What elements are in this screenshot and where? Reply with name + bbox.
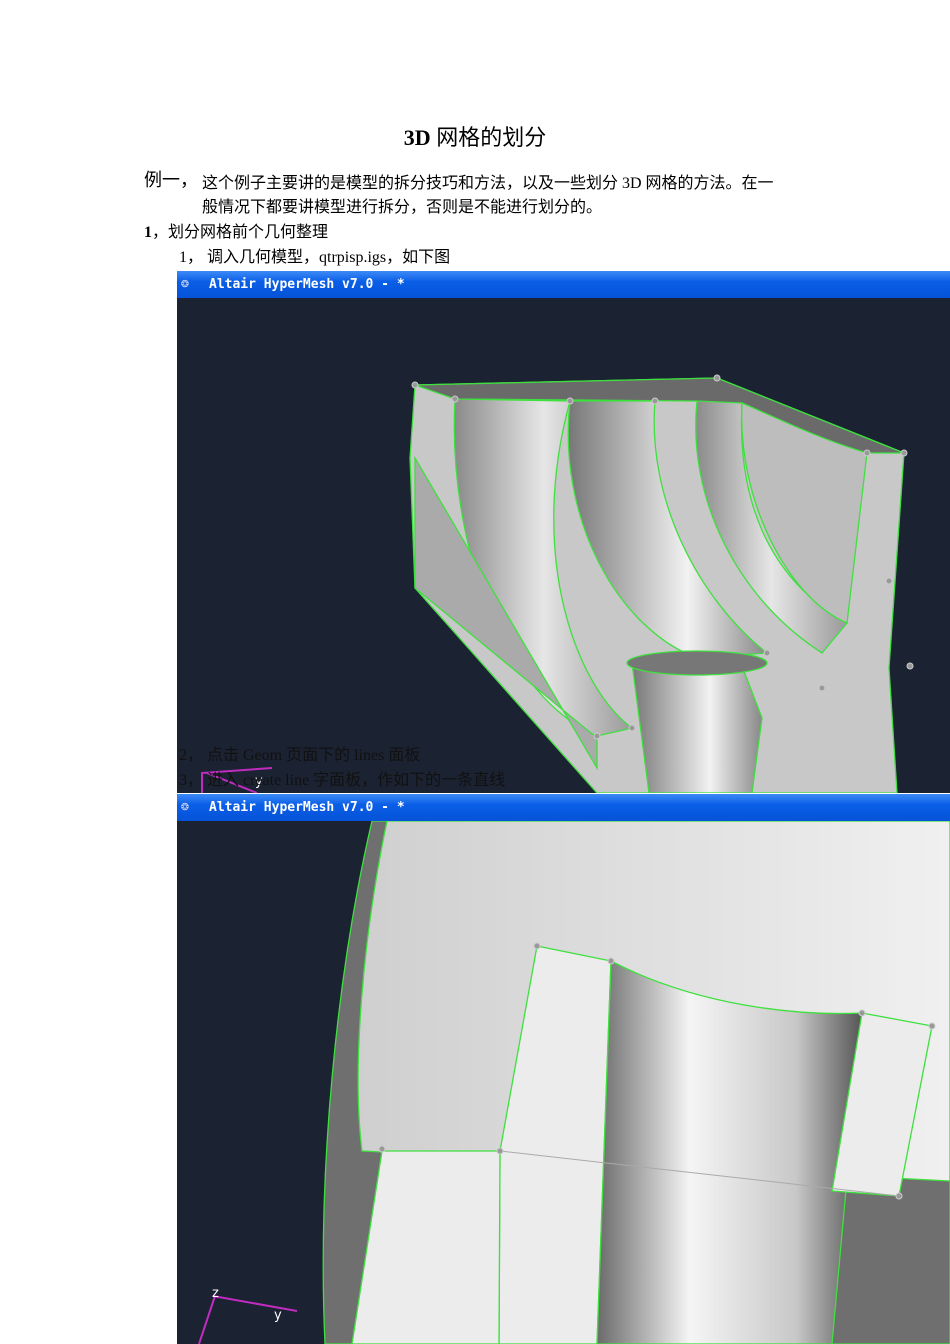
hypermesh-screenshot-1: ❂ Altair HyperMesh v7.0 - * y (177, 271, 950, 793)
app-icon: ❂ (181, 276, 189, 291)
axis-triad (198, 1295, 298, 1344)
step-1: 1， 调入几何模型，qtrpisp.igs，如下图 (179, 249, 451, 266)
section-text: ，划分网格前个几何整理 (152, 224, 329, 241)
window-title: Altair HyperMesh v7.0 - * (209, 277, 405, 292)
intro-line2: 般情况下都要讲模型进行拆分，否则是不能进行划分的。 (202, 199, 603, 216)
model-viewport: y (201, 374, 914, 793)
window-title: Altair HyperMesh v7.0 - * (209, 800, 405, 815)
intro-label: 例一， (144, 170, 198, 190)
title-rest: 网格的划分 (430, 125, 547, 150)
3d-part (409, 377, 905, 793)
document-page: 3D 网格的划分 例一， 这个例子主要讲的是模型的拆分技巧和方法，以及一些划分 … (0, 0, 950, 1344)
model-viewport: z y (198, 821, 950, 1344)
window-titlebar: ❂ Altair HyperMesh v7.0 - * (177, 794, 950, 821)
section-heading: 1，划分网格前个几何整理 (144, 218, 328, 242)
window-titlebar: ❂ Altair HyperMesh v7.0 - * (177, 271, 950, 298)
app-icon: ❂ (181, 799, 189, 814)
page-title: 3D 网格的划分 (0, 120, 950, 152)
step-3: 3， 进入 create line 字面板，作如下的一条直线 (179, 772, 506, 789)
section-number: 1 (144, 224, 152, 241)
title-bold: 3D (403, 125, 431, 150)
hypermesh-screenshot-2: ❂ Altair HyperMesh v7.0 - * z y (177, 794, 950, 1344)
step-2: 2， 点击 Geom 页面下的 lines 面板 (179, 747, 421, 764)
axis-label-z: z (212, 1286, 219, 1301)
3d-part (322, 821, 950, 1344)
intro-line1: 这个例子主要讲的是模型的拆分技巧和方法，以及一些划分 3D 网格的方法。在一 (202, 175, 774, 192)
axis-label-y: y (274, 1308, 282, 1323)
